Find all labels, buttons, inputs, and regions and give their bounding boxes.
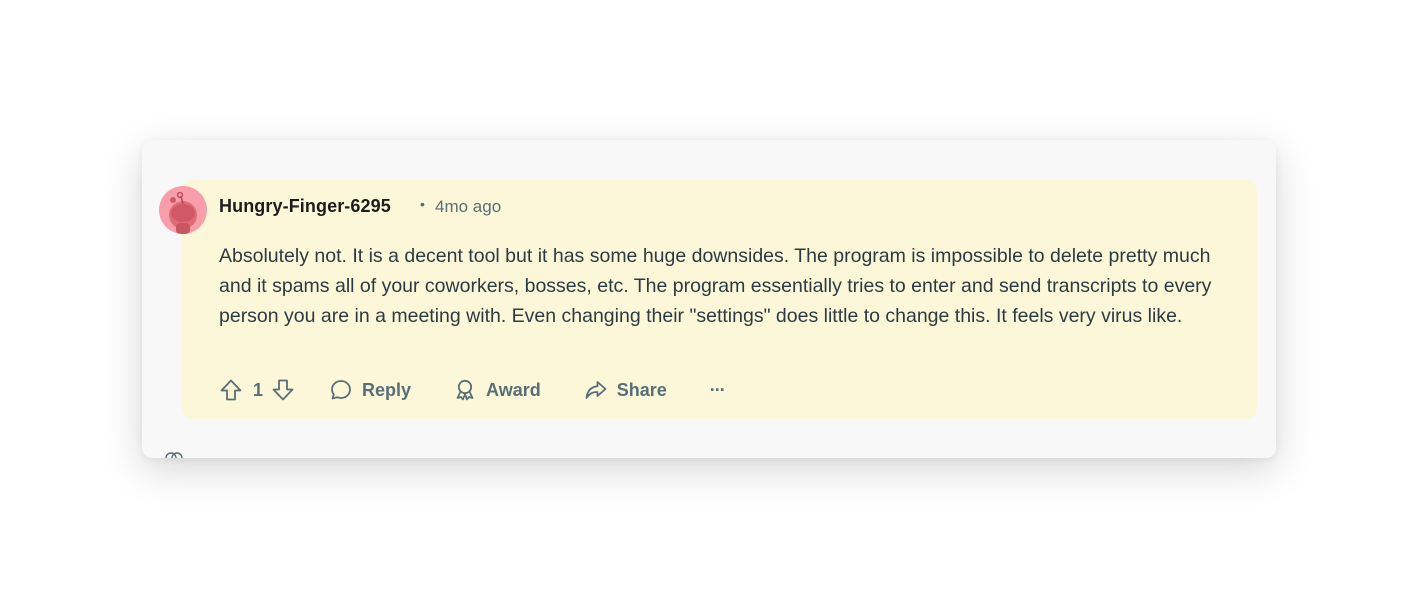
reddit-snoo-avatar-icon [169,191,197,234]
reply-label: Reply [362,379,412,400]
comment-actions: 1 Reply Award Share ··· [219,372,726,408]
comment-author[interactable]: Hungry-Finger-6295 [219,196,391,217]
more-options-button[interactable]: ··· [710,380,726,401]
share-icon [584,378,608,402]
meta-separator: • [420,196,425,212]
upvote-arrow-icon [220,379,242,401]
share-label: Share [616,379,667,400]
award-icon [453,378,477,402]
vote-count: 1 [253,379,264,400]
avatar[interactable] [159,186,207,234]
comment-card: Hungry-Finger-6295 • 4mo ago Absolutely … [142,140,1276,458]
award-label: Award [486,379,541,400]
downvote-button[interactable] [271,378,295,402]
share-button[interactable]: Share [584,378,667,402]
reply-button[interactable]: Reply [329,378,411,402]
comment-timestamp[interactable]: 4mo ago [435,197,501,217]
downvote-arrow-icon [272,379,294,401]
collapse-thread-icon[interactable] [164,449,184,458]
award-button[interactable]: Award [453,378,541,402]
reply-icon [329,378,353,402]
upvote-button[interactable] [219,378,243,402]
comment-body: Absolutely not. It is a decent tool but … [219,245,1212,327]
